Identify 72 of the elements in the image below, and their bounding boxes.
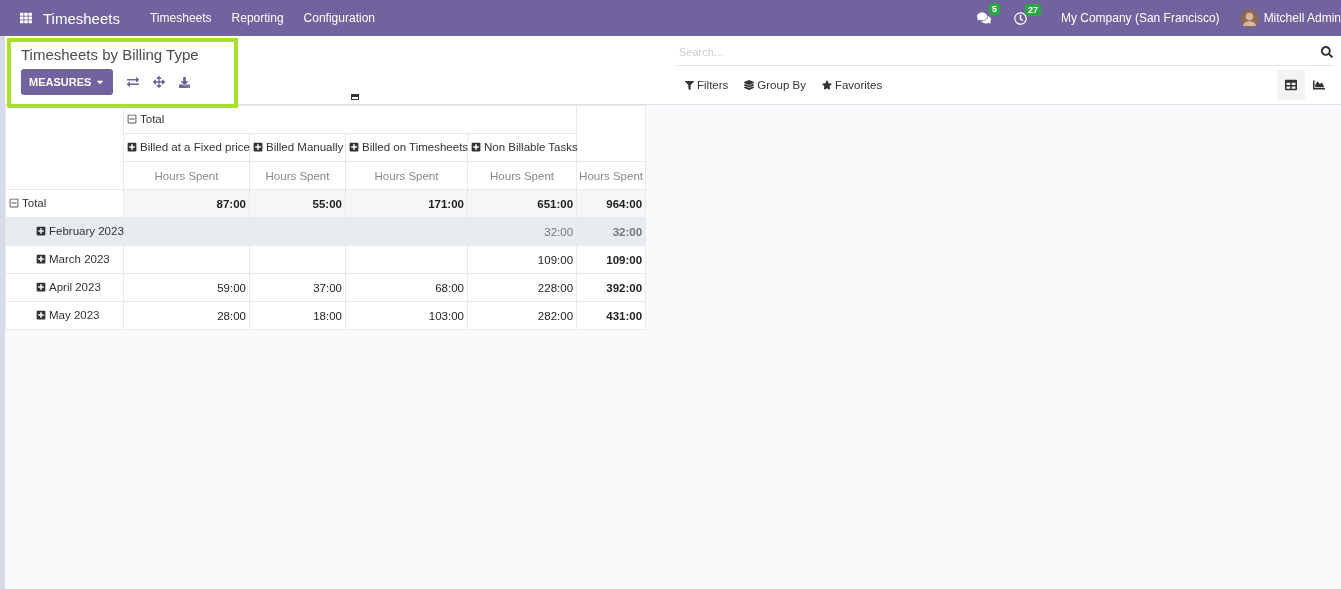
measures-button[interactable]: MEASURES: [21, 69, 114, 95]
expand-all-button[interactable]: [153, 76, 166, 88]
area-chart-icon: [1313, 79, 1325, 91]
menu-item[interactable]: Reporting: [221, 11, 294, 25]
layers-icon: [744, 80, 755, 90]
expand-icon: [36, 310, 46, 320]
column-header[interactable]: Non Billable Tasks: [467, 133, 577, 162]
menu-item[interactable]: Timesheets: [140, 11, 222, 25]
table-cell: 171:00: [345, 189, 468, 218]
column-header[interactable]: Total: [123, 105, 577, 134]
table-cell: 87:00: [123, 189, 250, 218]
row-header[interactable]: May 2023: [5, 301, 124, 330]
expand-icon: [471, 142, 481, 152]
measure-header[interactable]: Hours Spent: [467, 161, 577, 190]
table-cell: 28:00: [123, 301, 250, 330]
measure-header[interactable]: Hours Spent: [345, 161, 468, 190]
expand-icon: [36, 226, 46, 236]
filter-menu-button[interactable]: Filters: [677, 79, 737, 91]
app-name[interactable]: Timesheets: [43, 9, 120, 27]
filter-menu-button[interactable]: Group By: [736, 79, 814, 91]
collapse-icon: [9, 198, 19, 208]
table-cell: 55:00: [249, 189, 346, 218]
table-cell: 59:00: [123, 273, 250, 302]
table-cell: 18:00: [249, 301, 346, 330]
table-cell: 68:00: [345, 273, 468, 302]
expand-icon: [127, 142, 137, 152]
activities-icon[interactable]: [1013, 11, 1027, 25]
apps-menu-icon[interactable]: [20, 12, 32, 24]
flip-axis-button[interactable]: [127, 76, 140, 88]
page-title: Timesheets by Billing Type: [21, 46, 200, 63]
table-cell: 32:00: [576, 217, 646, 246]
table-cell: 109:00: [576, 245, 646, 274]
menu-item[interactable]: Configuration: [293, 11, 385, 25]
measure-header[interactable]: Hours Spent: [576, 161, 646, 190]
row-header[interactable]: February 2023: [5, 217, 124, 246]
table-icon: [1285, 79, 1297, 91]
user-avatar-icon[interactable]: [1239, 8, 1259, 28]
table-cell: 228:00: [467, 273, 577, 302]
panel-toggle-icon[interactable]: [351, 94, 359, 100]
column-header[interactable]: Billed Manually: [249, 133, 346, 162]
user-name[interactable]: Mitchell Admin: [1263, 11, 1341, 25]
expand-icon: [349, 142, 359, 152]
activities-badge: 27: [1024, 3, 1041, 16]
expand-icon: [36, 254, 46, 264]
table-cell: 964:00: [576, 189, 646, 218]
measure-header[interactable]: Hours Spent: [123, 161, 250, 190]
column-header[interactable]: Billed at a Fixed price: [123, 133, 250, 162]
column-header[interactable]: Billed on Timesheets: [345, 133, 468, 162]
row-header[interactable]: Total: [5, 189, 124, 218]
messages-icon[interactable]: [976, 11, 991, 25]
view-switch-button[interactable]: [1277, 70, 1305, 100]
search-icon[interactable]: [1321, 45, 1333, 58]
row-header[interactable]: March 2023: [5, 245, 124, 274]
table-cell: 109:00: [467, 245, 577, 274]
filter-icon: [685, 80, 694, 90]
table-cell: 32:00: [467, 217, 577, 246]
table-cell: 282:00: [467, 301, 577, 330]
table-cell: 103:00: [345, 301, 468, 330]
table-cell: 431:00: [576, 301, 646, 330]
table-cell: 392:00: [576, 273, 646, 302]
expand-icon: [36, 282, 46, 292]
collapse-icon: [127, 114, 137, 124]
filter-menu-button[interactable]: Favorites: [813, 79, 891, 91]
measure-header[interactable]: Hours Spent: [249, 161, 346, 190]
download-button[interactable]: [179, 76, 191, 88]
expand-icon: [253, 142, 263, 152]
table-cell: 37:00: [249, 273, 346, 302]
messages-badge: 5: [988, 3, 1000, 15]
star-icon: [821, 80, 832, 90]
company-switcher[interactable]: My Company (San Francisco): [1060, 11, 1220, 25]
row-header[interactable]: April 2023: [5, 273, 124, 302]
table-cell: 651:00: [467, 189, 577, 218]
